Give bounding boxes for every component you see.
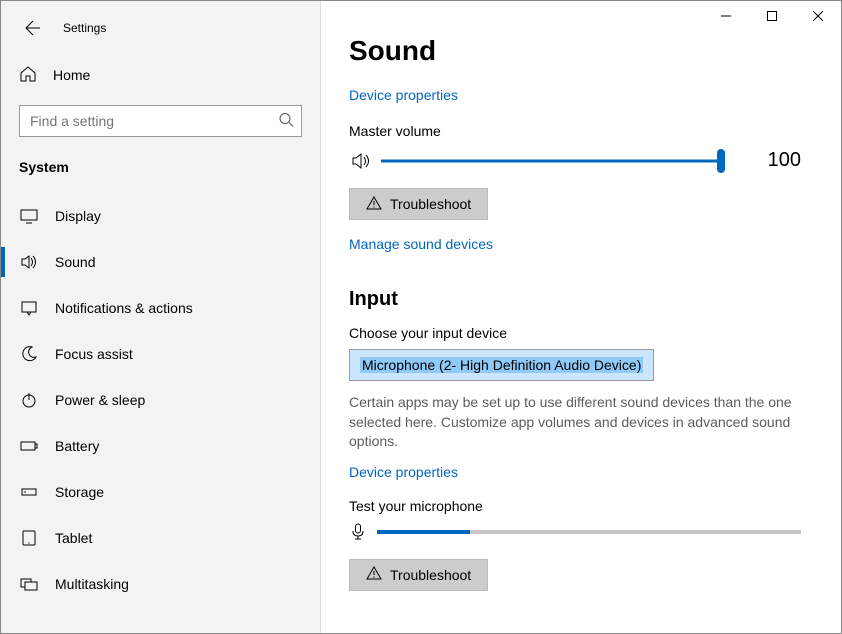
choose-input-label: Choose your input device <box>349 325 801 341</box>
sidebar-item-notifications-actions[interactable]: Notifications & actions <box>1 285 320 331</box>
close-button[interactable] <box>795 1 841 31</box>
storage-icon <box>19 483 39 501</box>
moon-icon <box>19 345 39 363</box>
monitor-icon <box>19 207 39 225</box>
warning-icon <box>366 195 382 214</box>
input-device-select[interactable]: Microphone (2- High Definition Audio Dev… <box>349 349 654 381</box>
master-volume-value: 100 <box>761 149 801 172</box>
search-input[interactable] <box>19 105 302 137</box>
speaker-icon <box>349 151 373 171</box>
window-controls <box>703 1 841 31</box>
sidebar-item-display[interactable]: Display <box>1 193 320 239</box>
sidebar-item-label: Battery <box>55 438 99 454</box>
manage-sound-devices-link[interactable]: Manage sound devices <box>349 236 493 252</box>
sidebar-item-label: Tablet <box>55 530 92 546</box>
test-mic-label: Test your microphone <box>349 498 801 514</box>
input-heading: Input <box>349 288 801 311</box>
sidebar: Settings Home System Display Sound Notific… <box>1 1 321 633</box>
master-volume-slider[interactable] <box>381 153 721 169</box>
troubleshoot-label: Troubleshoot <box>390 196 471 212</box>
notification-icon <box>19 299 39 317</box>
search-wrap <box>19 105 302 137</box>
sidebar-item-label: Multitasking <box>55 576 129 592</box>
sidebar-item-label: Sound <box>55 254 95 270</box>
sidebar-item-label: Notifications & actions <box>55 300 193 316</box>
master-volume-label: Master volume <box>349 123 801 139</box>
main-pane: Sound Device properties Master volume 10… <box>321 1 841 633</box>
device-properties-link-input[interactable]: Device properties <box>349 464 458 480</box>
input-device-value: Microphone (2- High Definition Audio Dev… <box>360 357 643 373</box>
sidebar-item-label: Storage <box>55 484 104 500</box>
troubleshoot-input-button[interactable]: Troubleshoot <box>349 559 488 591</box>
input-help-text: Certain apps may be set up to use differ… <box>349 393 799 452</box>
maximize-button[interactable] <box>749 1 795 31</box>
home-label: Home <box>53 67 90 83</box>
minimize-icon <box>721 11 731 21</box>
sidebar-item-label: Focus assist <box>55 346 133 362</box>
nav-list: Display Sound Notifications & actions Focus… <box>1 193 320 607</box>
sidebar-item-focus-assist[interactable]: Focus assist <box>1 331 320 377</box>
sidebar-item-sound[interactable]: Sound <box>1 239 320 285</box>
warning-icon <box>366 565 382 584</box>
sidebar-item-storage[interactable]: Storage <box>1 469 320 515</box>
troubleshoot-label: Troubleshoot <box>390 567 471 583</box>
section-label: System <box>1 143 320 183</box>
mic-level-meter <box>377 530 801 534</box>
arrow-left-icon <box>25 20 41 36</box>
slider-thumb[interactable] <box>717 149 725 173</box>
device-properties-link[interactable]: Device properties <box>349 87 458 103</box>
sidebar-item-label: Display <box>55 208 101 224</box>
multitask-icon <box>19 575 39 593</box>
home-nav[interactable]: Home <box>1 55 320 95</box>
microphone-icon <box>349 522 367 543</box>
battery-icon <box>19 437 39 455</box>
sidebar-item-multitasking[interactable]: Multitasking <box>1 561 320 607</box>
minimize-button[interactable] <box>703 1 749 31</box>
window-title: Settings <box>63 21 106 35</box>
sound-icon <box>19 253 39 271</box>
sidebar-item-label: Power & sleep <box>55 392 145 408</box>
master-volume-row: 100 <box>349 149 801 172</box>
sidebar-item-battery[interactable]: Battery <box>1 423 320 469</box>
mic-test-row <box>349 522 801 543</box>
back-button[interactable] <box>19 14 47 42</box>
close-icon <box>813 11 823 21</box>
sidebar-item-tablet[interactable]: Tablet <box>1 515 320 561</box>
maximize-icon <box>767 11 777 21</box>
tablet-icon <box>19 529 39 547</box>
home-icon <box>19 65 37 86</box>
page-title: Sound <box>349 35 801 67</box>
power-icon <box>19 391 39 409</box>
titlebar: Settings <box>1 9 320 47</box>
troubleshoot-output-button[interactable]: Troubleshoot <box>349 188 488 220</box>
sidebar-item-power-sleep[interactable]: Power & sleep <box>1 377 320 423</box>
